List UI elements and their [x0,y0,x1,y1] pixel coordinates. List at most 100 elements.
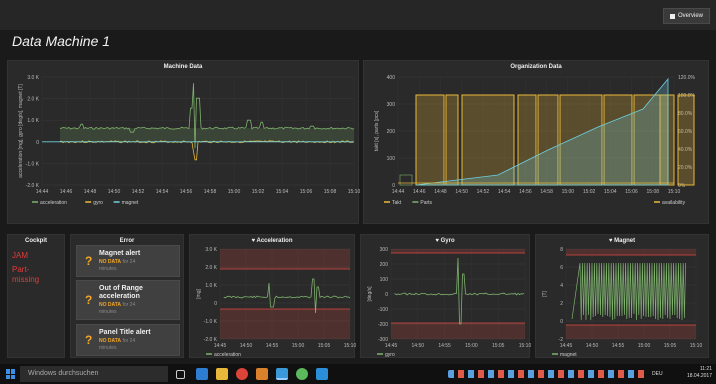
alert-item[interactable]: ? Out of Range acceleration NO DATA for … [76,280,180,320]
x-tick-label: 15:04 [604,189,617,195]
x-tick-label: 14:44 [36,189,49,195]
alert-unit: minutes [99,345,117,351]
magnet-panel[interactable]: ♥ Magnet 8 6 4 2 0 -2 14:45 14:50 14:55 15:00 15:0… [535,234,709,358]
panel-title: Cockpit [24,238,47,244]
x-tick-label: 14:55 [266,343,279,349]
x-tick-label: 14:58 [540,189,553,195]
taskbar-search-input[interactable]: Windows durchsuchen [20,366,168,382]
windows-taskbar: Windows durchsuchen DEU 11:21 18.04.2017 [0,364,716,384]
chrome-icon[interactable] [236,368,248,380]
y-tick-label: 6 [560,265,563,271]
gyro-panel[interactable]: ♥ Gyro 300 200 100 0 -100 -200 -300 14:45 14:50 1… [360,234,531,358]
alert-unit: minutes [99,309,117,315]
x-tick-label: 14:55 [438,343,451,349]
x-tick-label: 14:52 [132,189,145,195]
language-indicator[interactable]: DEU [652,371,663,377]
y-tick-label: 300 [380,247,389,253]
x-tick-label: 14:46 [60,189,73,195]
organization-data-chart: 400300200100014:44 14:46 14:48 14:50 14:52 14… [374,75,696,206]
x-tick-label: 14:45 [385,343,398,349]
y-tick-label: 2.0 K [27,97,39,103]
x-tick-label: 15:02 [583,189,596,195]
windows-start-icon[interactable] [6,369,16,379]
y-tick-label: 8 [560,247,563,253]
alert-region [391,249,525,253]
alert-duration: for 24 [122,338,136,344]
dashboard-title: Data Machine 1 [12,33,111,49]
app-icon[interactable] [296,368,308,380]
x-tick-label: 15:00 [465,343,478,349]
x-tick-label: 15:05 [664,343,677,349]
clock[interactable]: 11:21 18.04.2017 [687,366,712,380]
y-tick-label: -1.0 K [204,319,218,325]
app-icon[interactable] [276,368,288,380]
alert-region [220,309,350,339]
x-tick-label: 15:00 [228,189,241,195]
x-tick-label: 14:54 [156,189,169,195]
legend-label: availability [662,200,686,206]
x-tick-label: 15:00 [292,343,305,349]
x-tick-label: 15:10 [690,343,703,349]
y-tick-label: -200 [378,322,388,328]
app-icon[interactable] [316,368,328,380]
x-tick-label: 14:45 [214,343,227,349]
y-axis-label: [mg] [196,289,202,299]
x-tick-label: 14:48 [84,189,97,195]
machine-data-panel[interactable]: Machine Data 3.0 K 2.0 K 1.0 K 0 -1.0 K -2.0 … [7,60,360,224]
explorer-icon[interactable] [216,368,228,380]
cockpit-panel[interactable]: Cockpit JAM Part- missing [7,234,65,358]
legend-label: magnet [560,352,577,358]
x-tick-label: 15:05 [492,343,505,349]
cockpit-status: Part- [12,265,30,274]
cockpit-status: missing [12,275,40,284]
x-tick-label: 15:04 [276,189,289,195]
y-tick-label: 300 [387,102,396,108]
overview-button[interactable]: Overview [662,8,710,24]
acceleration-panel[interactable]: ♥ Acceleration 3.0 K 2.0 K 1.0 K 0 -1.0 K -2.… [189,234,356,358]
alert-item[interactable]: ? Magnet alert NO DATA for 24 minutes [76,245,180,277]
alert-item[interactable]: ? Panel Title alert NO DATA for 24 minute… [76,324,180,356]
alert-title: Out of Range acceleration [99,285,143,300]
cockpit-status: JAM [12,251,28,260]
x-tick-label: 15:02 [252,189,265,195]
tray-icons[interactable] [448,370,648,378]
x-tick-label: 15:06 [300,189,313,195]
y-right-tick-label: 120.0% [678,75,696,81]
app-icon[interactable] [256,368,268,380]
y-tick-label: 100 [380,277,389,283]
legend-label: acceleration [40,200,67,206]
alert-duration: for 24 [122,302,136,308]
y-tick-label: 3.0 K [205,247,217,253]
availability-bar [415,94,445,186]
alert-duration: for 24 [122,259,136,265]
alert-region [566,249,696,255]
magnet-line [571,262,686,321]
y-tick-label: 100 [387,156,396,162]
edge-icon[interactable] [196,368,208,380]
y-axis-label: takt [s], parts [pcs] [374,110,380,151]
y-tick-label: -1.0 K [26,161,40,167]
legend-label: magnet [122,200,139,206]
x-tick-label: 14:58 [204,189,217,195]
y-tick-label: 1.0 K [27,118,39,124]
alert-status: NO DATA [99,338,122,344]
x-tick-label: 14:50 [108,189,121,195]
y-tick-label: 2.0 K [205,265,217,271]
y-tick-label: 0 [560,319,563,325]
task-view-icon[interactable] [176,370,185,379]
x-tick-label: 14:54 [498,189,511,195]
alert-region [220,249,350,269]
y-tick-label: 4 [560,283,563,289]
legend-label: Parts [420,200,432,206]
dashboard-icon [669,13,675,19]
x-tick-label: 14:45 [560,343,573,349]
alert-status: NO DATA [99,259,122,265]
y-tick-label: 200 [380,262,389,268]
organization-data-panel[interactable]: Organization Data 400 300 200 100 0 14:44 14:4… [363,60,709,224]
x-tick-label: 15:10 [668,189,681,195]
y-tick-label: 200 [387,129,396,135]
y-axis-label: [T] [542,290,548,296]
acceleration-line [223,278,351,314]
machine-data-chart: 3.0 K2.0 K1.0 K0-1.0 K-2.0 K14:44 14:46 14… [18,75,360,206]
alert-region [391,323,525,339]
